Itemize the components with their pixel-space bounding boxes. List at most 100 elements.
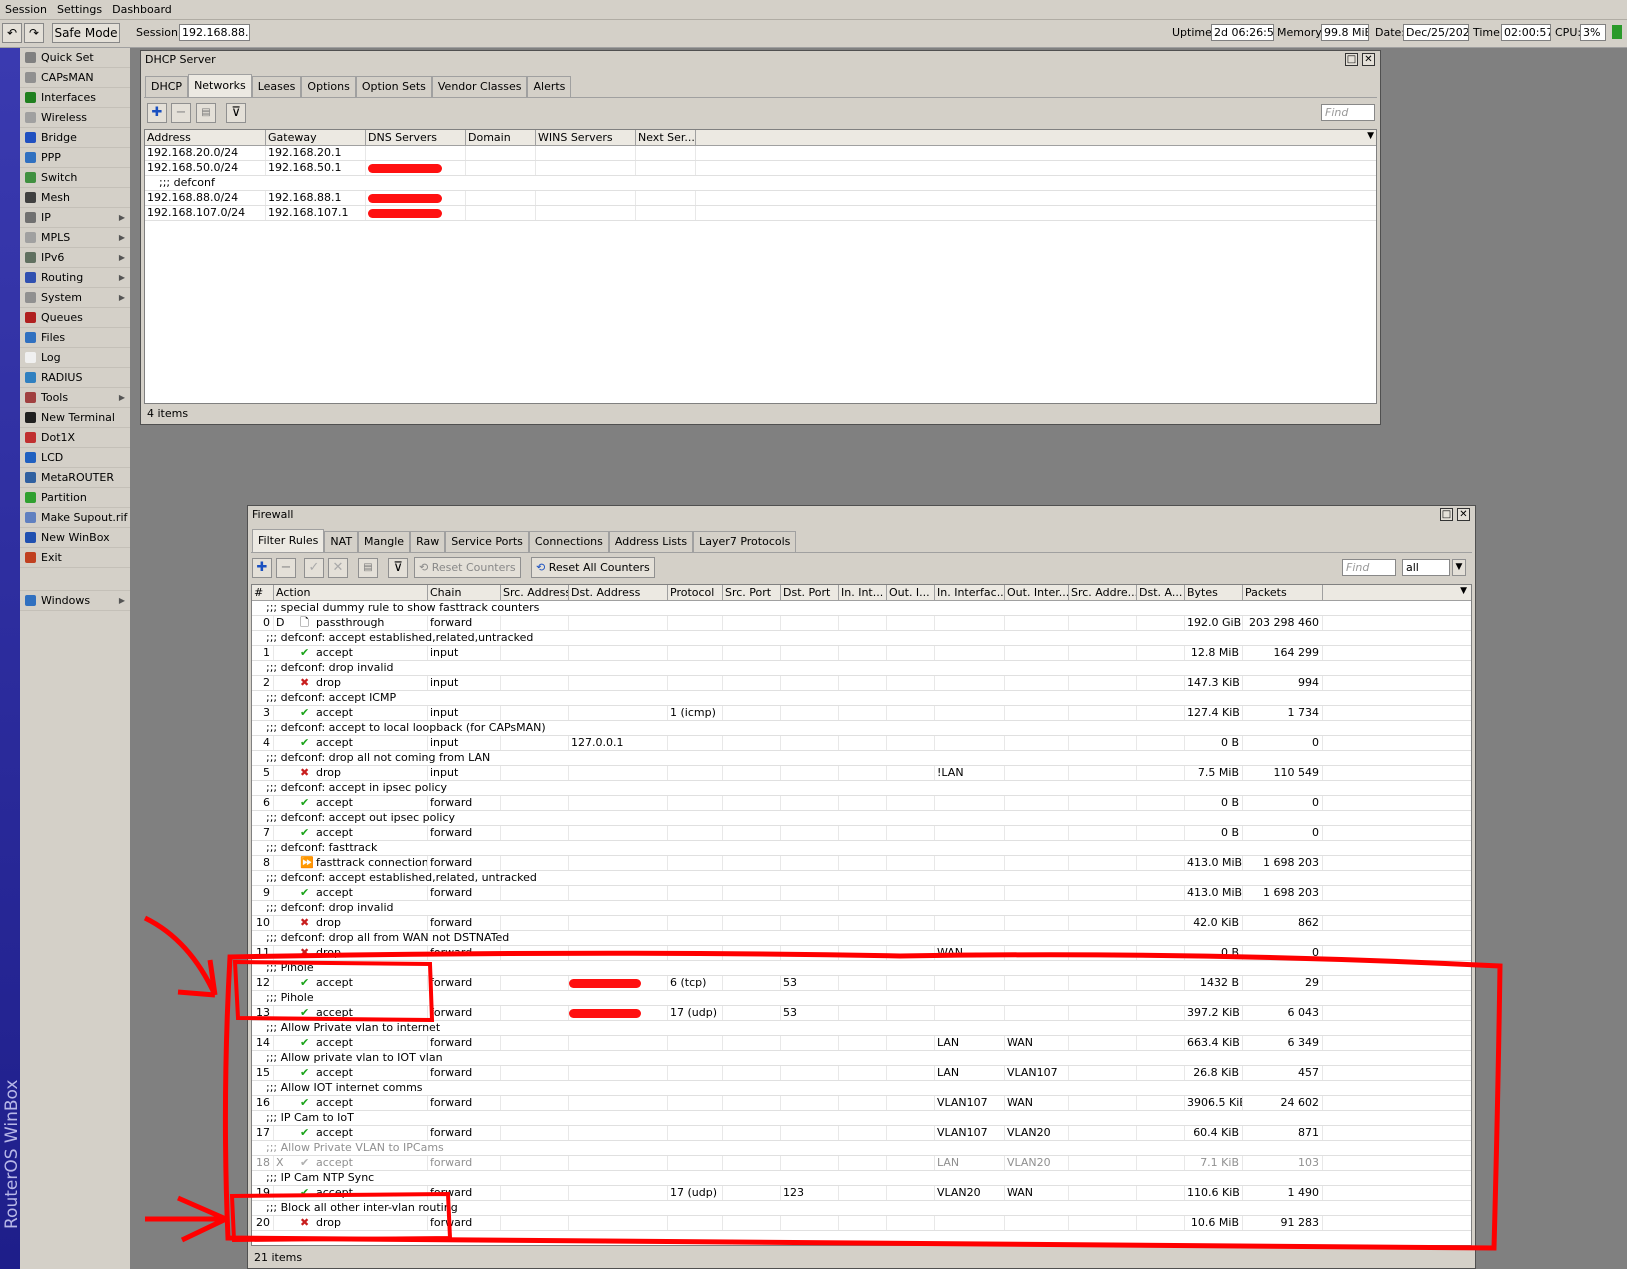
tab-leases[interactable]: Leases (251, 76, 302, 97)
menu-settings[interactable]: Settings (52, 3, 107, 16)
comment-row[interactable]: ;;; Block all other inter-vlan routing (252, 1201, 1471, 1216)
tab-alerts[interactable]: Alerts (527, 76, 572, 97)
col-address[interactable]: Address (145, 130, 266, 145)
tab-connections[interactable]: Connections (528, 531, 609, 552)
tab-service-ports[interactable]: Service Ports (445, 531, 529, 552)
comment-row[interactable]: ;;; Pihole (252, 961, 1471, 976)
col-protocol[interactable]: Protocol (668, 585, 723, 600)
tab-nat[interactable]: NAT (324, 531, 359, 552)
col-src-port[interactable]: Src. Port (723, 585, 781, 600)
reset-counters-button[interactable]: ⟲ Reset Counters (414, 557, 521, 578)
col-action[interactable]: Action (274, 585, 428, 600)
sidebar-item-mesh[interactable]: Mesh (20, 188, 130, 208)
table-row[interactable]: 2 ✖ drop input 147.3 KiB 994 (252, 676, 1471, 691)
col-dst-a[interactable]: Dst. A... (1137, 585, 1185, 600)
filter-icon[interactable]: ⊽ (226, 103, 246, 123)
col-dst-address[interactable]: Dst. Address (569, 585, 668, 600)
sidebar-item-exit[interactable]: Exit (20, 548, 130, 568)
comment-row[interactable]: ;;; defconf (145, 176, 1376, 191)
chain-filter-select[interactable]: all (1402, 559, 1450, 576)
menu-dashboard[interactable]: Dashboard (107, 3, 177, 16)
comment-row[interactable]: ;;; special dummy rule to show fasttrack… (252, 601, 1471, 616)
sidebar-item-interfaces[interactable]: Interfaces (20, 88, 130, 108)
table-row[interactable]: 3 ✔ accept input 1 (icmp) 127.4 KiB 1 734 (252, 706, 1471, 721)
comment-row[interactable]: ;;; defconf: accept in ipsec policy (252, 781, 1471, 796)
tab-networks[interactable]: Networks (188, 74, 252, 97)
tab-options[interactable]: Options (301, 76, 356, 97)
redo-icon[interactable]: ↷ (24, 23, 44, 43)
table-row[interactable]: 192.168.20.0/24 192.168.20.1 (145, 146, 1376, 161)
sidebar-item-capsman[interactable]: CAPsMAN (20, 68, 130, 88)
menu-session[interactable]: Session (0, 3, 52, 16)
col-src-address[interactable]: Src. Address (501, 585, 569, 600)
tab-dhcp[interactable]: DHCP (145, 76, 189, 97)
table-row[interactable]: 16 ✔ accept forward VLAN107 WAN 3906.5 KiB 24 6… (252, 1096, 1471, 1111)
sidebar-item-wireless[interactable]: Wireless (20, 108, 130, 128)
add-icon[interactable]: ✚ (147, 103, 167, 123)
col-next-server[interactable]: Next Ser... (636, 130, 696, 145)
comment-row[interactable]: ;;; defconf: accept to local loopback (f… (252, 721, 1471, 736)
table-row[interactable]: 7 ✔ accept forward 0 B0 (252, 826, 1471, 841)
sidebar-item-system[interactable]: System ▶ (20, 288, 130, 308)
comment-row[interactable]: ;;; defconf: drop invalid (252, 661, 1471, 676)
close-icon[interactable]: ✕ (1362, 53, 1375, 66)
column-menu-icon[interactable]: ▼ (1367, 131, 1374, 141)
firewall-find-input[interactable]: Find (1342, 559, 1396, 576)
close-icon[interactable]: ✕ (1457, 508, 1470, 521)
table-row[interactable]: 9 ✔ accept forward 413.0 MiB 1 698 203 (252, 886, 1471, 901)
table-row[interactable]: 10 ✖ drop forward 42.0 KiB 862 (252, 916, 1471, 931)
sidebar-item-mpls[interactable]: MPLS ▶ (20, 228, 130, 248)
sidebar-item-metarouter[interactable]: MetaROUTER (20, 468, 130, 488)
sidebar-item-dot1x[interactable]: Dot1X (20, 428, 130, 448)
table-row[interactable]: 192.168.107.0/24 192.168.107.1 (145, 206, 1376, 221)
col-gateway[interactable]: Gateway (266, 130, 366, 145)
table-row[interactable]: 5 ✖ drop input !LAN 7.5 MiB 110 549 (252, 766, 1471, 781)
table-row[interactable]: 20 ✖ drop forward 10.6 MiB 91 283 (252, 1216, 1471, 1231)
comment-row[interactable]: ;;; defconf: fasttrack (252, 841, 1471, 856)
table-row[interactable]: 19 ✔ accept forward 17 (udp) 123 VLAN20 WAN 110.… (252, 1186, 1471, 1201)
col-bytes[interactable]: Bytes (1185, 585, 1243, 600)
sidebar-item-lcd[interactable]: LCD (20, 448, 130, 468)
col-out-inter[interactable]: Out. Inter... (1005, 585, 1069, 600)
col-dst-port[interactable]: Dst. Port (781, 585, 839, 600)
enable-icon[interactable]: ✓ (304, 558, 324, 578)
sidebar-item-make-supout-rif[interactable]: Make Supout.rif (20, 508, 130, 528)
sidebar-item-switch[interactable]: Switch (20, 168, 130, 188)
col-domain[interactable]: Domain (466, 130, 536, 145)
sidebar-item-partition[interactable]: Partition (20, 488, 130, 508)
table-row[interactable]: 11 ✖ drop forward WAN 0 B0 (252, 946, 1471, 961)
tab-layer7-protocols[interactable]: Layer7 Protocols (693, 531, 797, 552)
comment-row[interactable]: ;;; Pihole (252, 991, 1471, 1006)
maximize-icon[interactable]: □ (1440, 508, 1453, 521)
tab-option-sets[interactable]: Option Sets (355, 76, 432, 97)
sidebar-item-routing[interactable]: Routing ▶ (20, 268, 130, 288)
comment-row[interactable]: ;;; IP Cam NTP Sync (252, 1171, 1471, 1186)
table-row[interactable]: 15 ✔ accept forward LAN VLAN107 26.8 KiB 457 (252, 1066, 1471, 1081)
comment-row[interactable]: ;;; Allow IOT internet comms (252, 1081, 1471, 1096)
comment-row[interactable]: ;;; Allow Private VLAN to IPCams (252, 1141, 1471, 1156)
sidebar-item-new-winbox[interactable]: New WinBox (20, 528, 130, 548)
sidebar-item-bridge[interactable]: Bridge (20, 128, 130, 148)
dropdown-icon[interactable]: ▼ (1452, 559, 1466, 576)
table-row[interactable]: 192.168.88.0/24 192.168.88.1 (145, 191, 1376, 206)
col-src-addre[interactable]: Src. Addre... (1069, 585, 1137, 600)
tab-mangle[interactable]: Mangle (358, 531, 411, 552)
col-out-i[interactable]: Out. I... (887, 585, 935, 600)
table-row[interactable]: 1 ✔ accept input 12.8 MiB 164 299 (252, 646, 1471, 661)
sidebar-item-files[interactable]: Files (20, 328, 130, 348)
remove-icon[interactable]: − (171, 103, 191, 123)
add-icon[interactable]: ✚ (252, 558, 272, 578)
col-[interactable]: # (252, 585, 274, 600)
safe-mode-button[interactable]: Safe Mode (52, 23, 120, 43)
sidebar-item-log[interactable]: Log (20, 348, 130, 368)
sidebar-item-new-terminal[interactable]: New Terminal (20, 408, 130, 428)
table-row[interactable]: 8 ⏩ fasttrack connection forward 413.0 MiB 1 … (252, 856, 1471, 871)
table-row[interactable]: 6 ✔ accept forward 0 B0 (252, 796, 1471, 811)
column-menu-icon[interactable]: ▼ (1460, 586, 1467, 596)
table-row[interactable]: 12 ✔ accept forward 6 (tcp) 53 1432 B 29 (252, 976, 1471, 991)
sidebar-item-radius[interactable]: RADIUS (20, 368, 130, 388)
sidebar-item-ipv6[interactable]: IPv6 ▶ (20, 248, 130, 268)
sidebar-item-queues[interactable]: Queues (20, 308, 130, 328)
comment-row[interactable]: ;;; IP Cam to IoT (252, 1111, 1471, 1126)
tab-filter-rules[interactable]: Filter Rules (252, 529, 325, 552)
